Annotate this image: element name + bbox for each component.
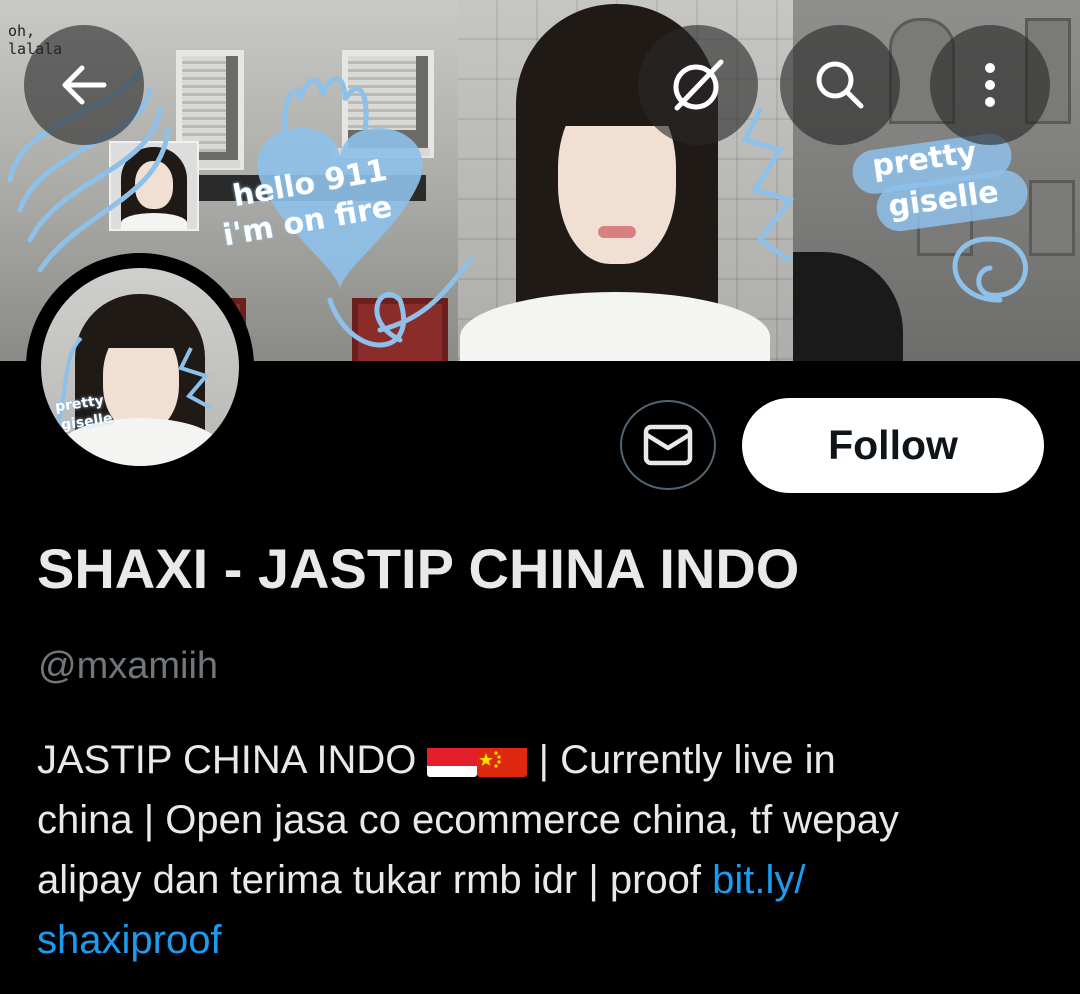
bio-line-2: china | Open jasa co ecommerce china, tf…	[37, 798, 899, 842]
more-options-button[interactable]	[930, 25, 1050, 145]
bio-link[interactable]: shaxiproof	[37, 918, 222, 962]
bio-link[interactable]: bit.ly/	[712, 858, 805, 902]
back-button[interactable]	[24, 25, 144, 145]
bio-line-1: JASTIP CHINA INDO | Currently live in	[37, 730, 1057, 790]
bio-line-3: alipay dan terima tukar rmb idr | proof …	[37, 850, 1057, 910]
message-button[interactable]	[620, 400, 716, 490]
bio-text: | Currently live in	[527, 738, 836, 782]
bio-text: JASTIP CHINA INDO	[37, 738, 428, 782]
arrow-left-icon	[62, 65, 107, 105]
profile-bio: JASTIP CHINA INDO | Currently live in ch…	[37, 730, 1057, 970]
grok-icon	[673, 59, 724, 111]
search-icon	[816, 61, 864, 109]
more-vertical-icon	[985, 63, 995, 107]
search-button[interactable]	[780, 25, 900, 145]
display-name: SHAXI - JASTIP CHINA INDO	[37, 537, 800, 600]
username-handle: @mxamiih	[38, 645, 219, 687]
follow-button[interactable]: Follow	[742, 398, 1044, 493]
avatar-image: pretty giselle	[41, 268, 239, 466]
profile-avatar[interactable]: pretty giselle	[26, 253, 254, 481]
china-flag-icon	[477, 741, 528, 777]
bio-text: alipay dan terima tukar rmb idr | proof	[37, 858, 713, 902]
grok-button[interactable]	[638, 25, 758, 145]
envelope-icon	[643, 424, 693, 466]
bio-line-4: shaxiproof	[37, 910, 1057, 970]
indonesia-flag-icon	[427, 741, 478, 777]
